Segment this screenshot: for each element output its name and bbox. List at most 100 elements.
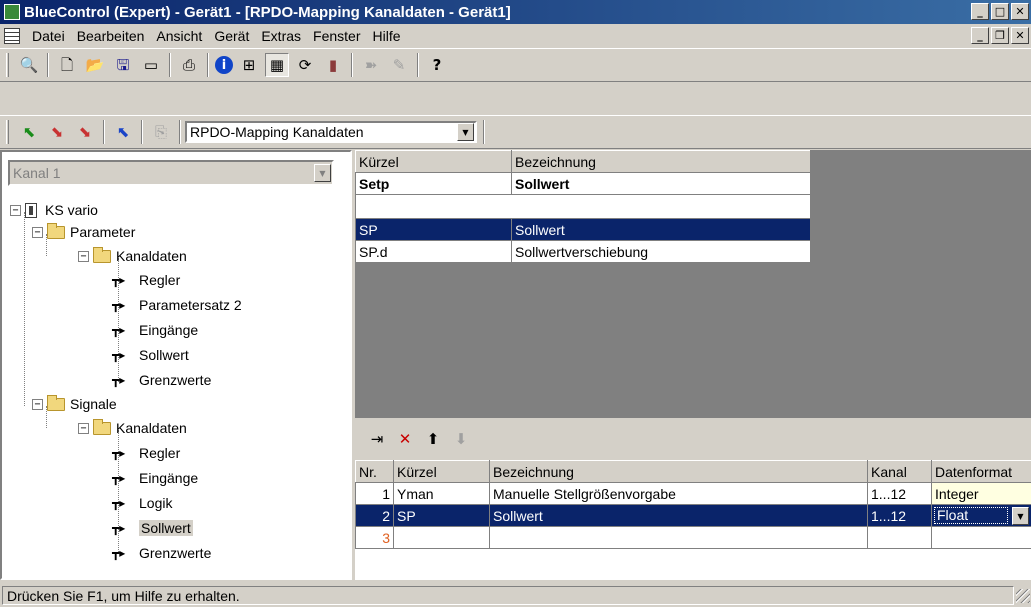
tree-line	[24, 212, 25, 406]
tree-leaf-label: Sollwert	[139, 347, 189, 363]
tree-leaf-label: Eingänge	[139, 470, 199, 486]
tree-leaf-sig-sollwert[interactable]: ┳▸ Sollwert	[112, 517, 193, 539]
menu-hilfe[interactable]: Hilfe	[367, 28, 407, 44]
tree-leaf-label: Regler	[139, 445, 181, 461]
arrow-info-icon[interactable]: ⬉	[111, 120, 135, 144]
insert-mapping-icon[interactable]: ⇥	[365, 427, 389, 451]
empty-row	[355, 194, 811, 219]
parameter-group-icon: ┳▸	[112, 373, 126, 387]
tree-leaf-param-eingaenge[interactable]: ┳▸ Eingänge	[112, 319, 198, 341]
tree-leaf-label: Regler	[139, 272, 181, 288]
table-row[interactable]: SP.d Sollwertverschiebung	[355, 240, 811, 263]
collapse-icon[interactable]: −	[32, 226, 43, 238]
menu-bearbeiten[interactable]: Bearbeiten	[71, 28, 151, 44]
window-icon[interactable]: ▭	[139, 53, 163, 77]
toolbar-grip[interactable]	[6, 120, 9, 144]
tree-leaf-sig-grenzwerte[interactable]: ┳▸ Grenzwerte	[112, 542, 211, 564]
move-up-icon[interactable]: ⬆	[421, 427, 445, 451]
tree-leaf-param-parametersatz[interactable]: ┳▸ Parametersatz 2	[112, 294, 242, 316]
row-name: Manuelle Stellgrößenvorgabe	[489, 482, 868, 505]
menu-extras[interactable]: Extras	[255, 28, 307, 44]
printer-icon[interactable]: ⎙	[177, 53, 201, 77]
tree-node-signale[interactable]: − Signale	[32, 393, 117, 415]
document-icon[interactable]	[4, 28, 20, 44]
collapse-icon[interactable]: −	[78, 422, 89, 434]
child-restore-button[interactable]: ❐	[991, 27, 1009, 44]
menu-datei[interactable]: Datei	[26, 28, 71, 44]
menu-ansicht[interactable]: Ansicht	[150, 28, 208, 44]
device-icon[interactable]: ▮	[321, 53, 345, 77]
tree-leaf-sig-eingaenge[interactable]: ┳▸ Eingänge	[112, 467, 198, 489]
column-header-nr[interactable]: Nr.	[355, 460, 394, 483]
child-close-button[interactable]: ✕	[1011, 27, 1029, 44]
app-icon[interactable]	[4, 4, 20, 20]
maximize-button[interactable]: □	[991, 3, 1009, 20]
folder-icon	[93, 246, 111, 263]
save-icon[interactable]: 🖫	[111, 53, 135, 77]
tree-node-label: KS vario	[45, 202, 98, 218]
new-file-icon[interactable]: 🗋	[55, 53, 79, 77]
row-kanal: 1...12	[867, 504, 932, 527]
collapse-icon[interactable]: −	[78, 250, 89, 262]
column-header-kanal[interactable]: Kanal	[867, 460, 932, 483]
tree-node-parameter[interactable]: − Parameter	[32, 221, 135, 243]
row-name[interactable]	[489, 526, 868, 549]
minimize-button[interactable]: _	[971, 3, 989, 20]
tree-leaf-sig-logik[interactable]: ┳▸ Logik	[112, 492, 172, 514]
column-header-kuerzel[interactable]: Kürzel	[393, 460, 490, 483]
table-row[interactable]: SP Sollwert	[355, 218, 811, 241]
open-folder-icon[interactable]: 📂	[83, 53, 107, 77]
delete-icon[interactable]: ✕	[393, 427, 417, 451]
close-button[interactable]: ✕	[1011, 3, 1029, 20]
tree-leaf-sig-regler[interactable]: ┳▸ Regler	[112, 442, 180, 464]
table-row[interactable]: 1 Yman Manuelle Stellgrößenvorgabe 1...1…	[355, 482, 1031, 505]
tree-leaf-param-regler[interactable]: ┳▸ Regler	[112, 269, 180, 291]
tree-view-icon[interactable]: ⊞	[237, 53, 261, 77]
column-header-kuerzel[interactable]: Kürzel	[355, 150, 512, 173]
arrow-down-right-2-icon[interactable]: ⬊	[73, 120, 97, 144]
table-view-icon[interactable]: ▦	[265, 53, 289, 77]
new-row[interactable]: 3	[355, 526, 1031, 549]
print-preview-icon[interactable]: 🔍	[17, 53, 41, 77]
arrow-up-left-icon[interactable]: ⬉	[17, 120, 41, 144]
column-header-bezeichnung[interactable]: Bezeichnung	[511, 150, 811, 173]
toolbar-separator	[207, 53, 209, 77]
refresh-icon[interactable]: ⟳	[293, 53, 317, 77]
parameter-group-icon: ┳▸	[112, 471, 126, 485]
view-select[interactable]: RPDO-Mapping Kanaldaten ▼	[185, 121, 477, 143]
info-icon[interactable]: i	[215, 56, 233, 74]
tree-panel: Kanal 1 ▼ − KS vario − Parameter − Kanal…	[0, 150, 352, 580]
tree-leaf-label: Sollwert	[139, 520, 193, 536]
menu-geraet[interactable]: Gerät	[208, 28, 255, 44]
tree-node-signale-kanaldaten[interactable]: − Kanaldaten	[78, 417, 187, 439]
tree-node-root[interactable]: − KS vario	[10, 199, 98, 221]
tree-leaf-param-grenzwerte[interactable]: ┳▸ Grenzwerte	[112, 369, 211, 391]
tree-leaf-param-sollwert[interactable]: ┳▸ Sollwert	[112, 344, 189, 366]
row-kanal[interactable]	[867, 526, 932, 549]
tree-leaf-label: Grenzwerte	[139, 545, 212, 561]
tree-leaf-label: Parametersatz 2	[139, 297, 242, 313]
arrow-down-right-icon[interactable]: ⬊	[45, 120, 69, 144]
tree-node-label: Kanaldaten	[116, 420, 187, 436]
row-format[interactable]	[931, 526, 1031, 549]
chevron-down-icon[interactable]: ▼	[457, 123, 474, 141]
help-icon[interactable]: ?	[425, 53, 449, 77]
collapse-icon[interactable]: −	[10, 204, 21, 216]
mapping-panel: Kürzel Bezeichnung Setp Sollwert SP Soll…	[355, 150, 1031, 580]
chevron-down-icon[interactable]: ▼	[1012, 507, 1029, 525]
table-row[interactable]: 2 SP Sollwert 1...12 Float ▼	[355, 504, 1031, 527]
tree-node-label: Kanaldaten	[116, 248, 187, 264]
resize-grip-icon[interactable]	[1016, 588, 1030, 603]
column-header-datenformat[interactable]: Datenformat	[931, 460, 1031, 483]
format-cell[interactable]: Float ▼	[931, 504, 1031, 527]
child-minimize-button[interactable]: _	[971, 27, 989, 44]
title-bar[interactable]: BlueControl (Expert) - Gerät1 - [RPDO-Ma…	[0, 0, 1031, 24]
row-code[interactable]	[393, 526, 490, 549]
tree-node-parameter-kanaldaten[interactable]: − Kanaldaten	[78, 245, 187, 267]
format-select-value[interactable]: Float	[934, 507, 1008, 524]
column-header-bezeichnung[interactable]: Bezeichnung	[489, 460, 868, 483]
row-format[interactable]: Integer	[931, 482, 1031, 505]
menu-fenster[interactable]: Fenster	[307, 28, 366, 44]
toolbar-grip[interactable]	[6, 53, 9, 77]
collapse-icon[interactable]: −	[32, 398, 43, 410]
